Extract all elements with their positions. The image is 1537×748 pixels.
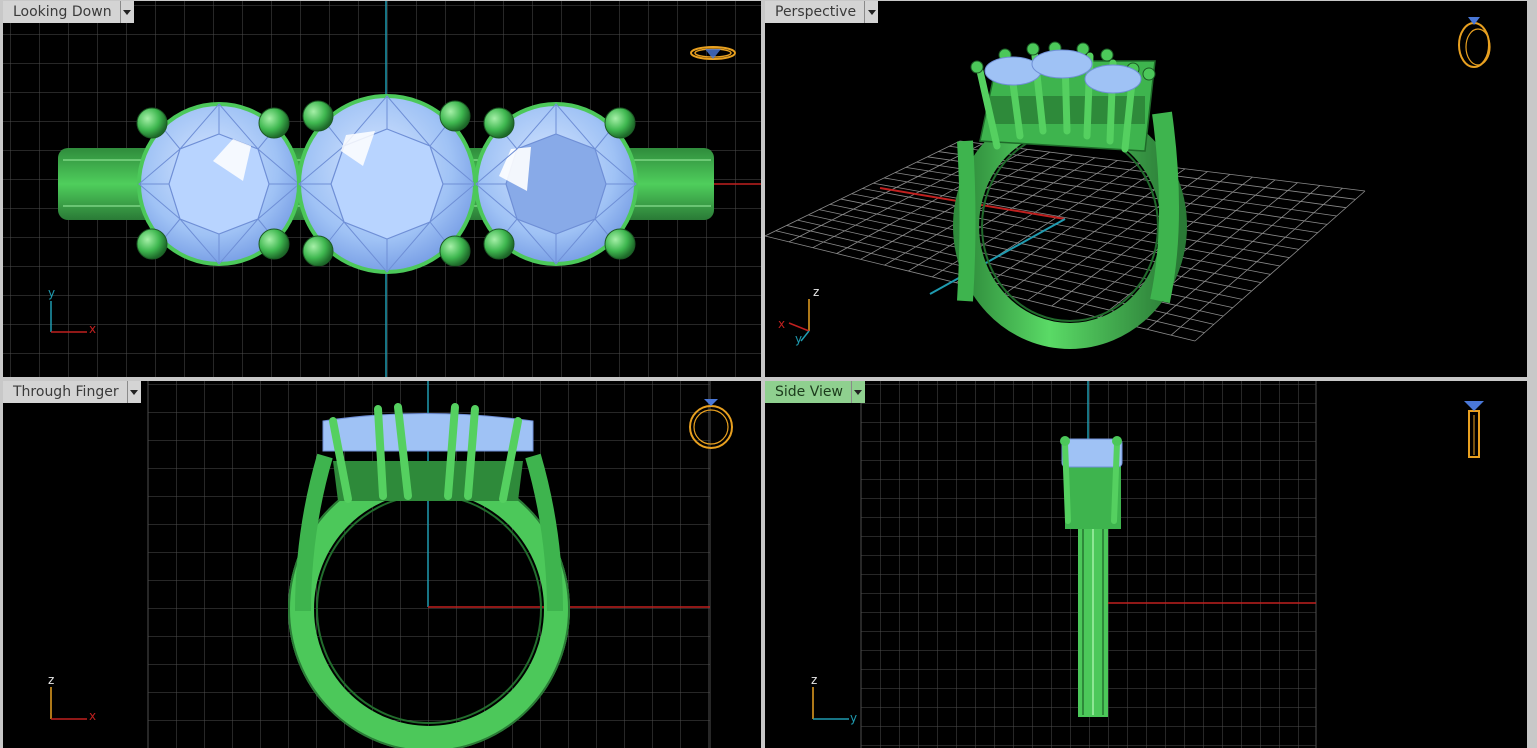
axis-label-vertical: z	[813, 285, 820, 299]
viewport-title[interactable]: Looking Down	[3, 1, 121, 23]
viewport-tab-side-view[interactable]: Side View	[765, 381, 865, 403]
axis-label-horizontal: x	[89, 709, 97, 723]
viewport-through-finger[interactable]: Through Finger z x	[3, 381, 761, 748]
axis-label-horizontal: x	[778, 317, 786, 331]
axis-label-vertical: z	[48, 673, 55, 687]
perspective-view-canvas[interactable]	[765, 1, 1527, 377]
viewport-title[interactable]: Through Finger	[3, 381, 128, 403]
top-view-canvas[interactable]	[3, 1, 761, 377]
axis-label-depth: y	[795, 332, 803, 346]
viewport-title[interactable]: Side View	[765, 381, 852, 403]
ring-thumbnail-icon	[1464, 401, 1484, 458]
viewport-title[interactable]: Perspective	[765, 1, 866, 23]
viewport-side-view[interactable]: Side View z y	[765, 381, 1527, 748]
viewport-tab-looking-down[interactable]: Looking Down	[3, 1, 134, 23]
construction-plane-grid	[765, 140, 1366, 342]
axis-triad	[812, 687, 849, 720]
ring-thumbnail-icon	[1458, 17, 1491, 68]
chevron-down-icon[interactable]	[865, 1, 879, 23]
axis-label-vertical: y	[48, 286, 56, 300]
ring-model	[953, 41, 1187, 349]
chevron-down-icon[interactable]	[127, 381, 141, 403]
chevron-down-icon[interactable]	[120, 1, 134, 23]
axis-label-horizontal: x	[89, 322, 97, 336]
side-view-canvas[interactable]	[765, 381, 1527, 748]
front-view-canvas[interactable]	[3, 381, 761, 748]
axis-label-vertical: z	[811, 673, 818, 687]
axis-triad	[50, 687, 87, 720]
chevron-down-icon[interactable]	[851, 381, 865, 403]
viewport-perspective[interactable]: Perspective z x y	[765, 1, 1527, 377]
viewport-looking-down[interactable]: Looking Down y x	[3, 1, 761, 377]
viewport-tab-through-finger[interactable]: Through Finger	[3, 381, 141, 403]
viewport-tab-perspective[interactable]: Perspective	[765, 1, 879, 23]
axis-label-horizontal: y	[850, 711, 858, 725]
